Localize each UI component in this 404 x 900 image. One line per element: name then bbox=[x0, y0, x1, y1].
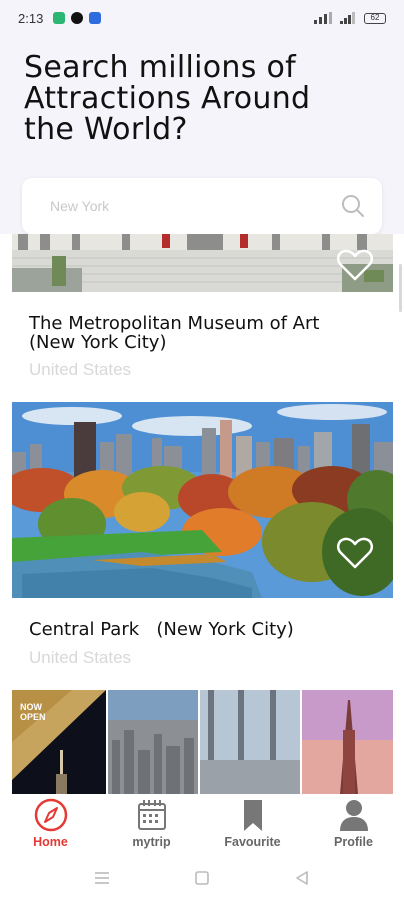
battery-icon: 62 bbox=[364, 12, 386, 24]
person-icon bbox=[339, 800, 368, 831]
compass-icon bbox=[34, 798, 67, 832]
search-input[interactable] bbox=[50, 198, 310, 214]
nav-label: Profile bbox=[334, 835, 373, 849]
attraction-title[interactable]: The Metropolitan Museum of Art (New York… bbox=[29, 314, 359, 352]
photos-app-icon bbox=[89, 12, 102, 24]
header: Search millions of Attractions Around th… bbox=[0, 36, 404, 234]
status-time: 2:13 bbox=[18, 10, 44, 26]
back-triangle-icon[interactable] bbox=[293, 869, 311, 887]
search-bar[interactable] bbox=[22, 178, 382, 234]
nav-label: Favourite bbox=[224, 835, 281, 849]
attraction-country: United States bbox=[29, 360, 132, 379]
calendar-icon bbox=[137, 800, 166, 830]
now-open-badge: NOW OPEN bbox=[20, 702, 46, 722]
feed-scrollbar[interactable] bbox=[399, 264, 402, 312]
nav-item-mytrip[interactable]: mytrip bbox=[101, 794, 202, 856]
menu-icon[interactable] bbox=[93, 869, 111, 887]
attraction-feed[interactable]: The Metropolitan Museum of Art (New York… bbox=[0, 234, 404, 794]
status-bar: 2:13 62 bbox=[0, 0, 404, 36]
cell-signal-icon bbox=[340, 12, 355, 24]
nav-label: Home bbox=[33, 835, 68, 849]
favorite-heart-icon[interactable] bbox=[336, 536, 374, 570]
home-square-icon[interactable] bbox=[193, 869, 211, 887]
page-title: Search millions of Attractions Around th… bbox=[24, 50, 311, 147]
empire-state-collage-image[interactable]: NOW OPEN bbox=[12, 690, 393, 794]
attraction-title[interactable]: Central Park (New York City) bbox=[29, 620, 359, 639]
vpn-app-icon bbox=[71, 12, 84, 24]
message-app-icon bbox=[53, 12, 66, 24]
wifi-signal-icon bbox=[314, 12, 332, 24]
nav-label: mytrip bbox=[132, 835, 171, 849]
nav-item-favourite[interactable]: Favourite bbox=[202, 794, 303, 856]
favorite-heart-icon[interactable] bbox=[336, 248, 374, 282]
search-icon[interactable] bbox=[340, 193, 366, 219]
attraction-country: United States bbox=[29, 648, 132, 667]
nav-item-home[interactable]: Home bbox=[0, 794, 101, 856]
nav-item-profile[interactable]: Profile bbox=[303, 794, 404, 856]
bottom-navigation: Home mytrip Favourite Profile bbox=[0, 794, 404, 856]
bookmark-icon bbox=[243, 800, 262, 831]
system-navigation-bar bbox=[0, 856, 404, 900]
